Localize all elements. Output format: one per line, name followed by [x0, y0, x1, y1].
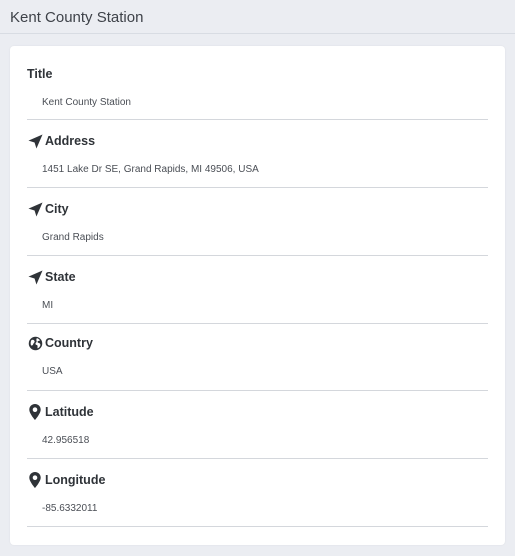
- field-latitude: Latitude 42.956518: [27, 403, 488, 459]
- field-value-address: 1451 Lake Dr SE, Grand Rapids, MI 49506,…: [42, 164, 259, 175]
- field-title: Title Kent County Station: [27, 65, 488, 120]
- field-city: City Grand Rapids: [27, 200, 488, 256]
- page-title: Kent County Station: [10, 9, 144, 26]
- field-label-city: City: [45, 202, 69, 216]
- field-value-title: Kent County Station: [42, 97, 131, 108]
- field-label-address: Address: [45, 134, 96, 148]
- field-label-state: State: [45, 270, 76, 284]
- field-value-country: USA: [42, 366, 63, 377]
- field-value-state: MI: [42, 300, 54, 311]
- field-value-city: Grand Rapids: [42, 232, 104, 243]
- map-pin-icon: [27, 472, 43, 488]
- page-header: Kent County Station: [0, 0, 515, 34]
- details-card: Title Kent County Station Address 1451 L…: [10, 46, 505, 545]
- paper-plane-icon: [27, 269, 43, 285]
- field-longitude: Longitude -85.6332011: [27, 471, 488, 527]
- field-address: Address 1451 Lake Dr SE, Grand Rapids, M…: [27, 132, 488, 188]
- field-label-longitude: Longitude: [45, 473, 106, 487]
- field-label-latitude: Latitude: [45, 405, 94, 419]
- field-label-country: Country: [45, 336, 93, 350]
- paper-plane-icon: [27, 201, 43, 217]
- field-country: Country USA: [27, 334, 488, 391]
- field-value-longitude: -85.6332011: [42, 503, 98, 514]
- field-value-latitude: 42.956518: [42, 435, 90, 446]
- globe-icon: [27, 335, 43, 351]
- map-pin-icon: [27, 404, 43, 420]
- paper-plane-icon: [27, 133, 43, 149]
- field-state: State MI: [27, 268, 488, 324]
- field-label-title: Title: [27, 67, 53, 81]
